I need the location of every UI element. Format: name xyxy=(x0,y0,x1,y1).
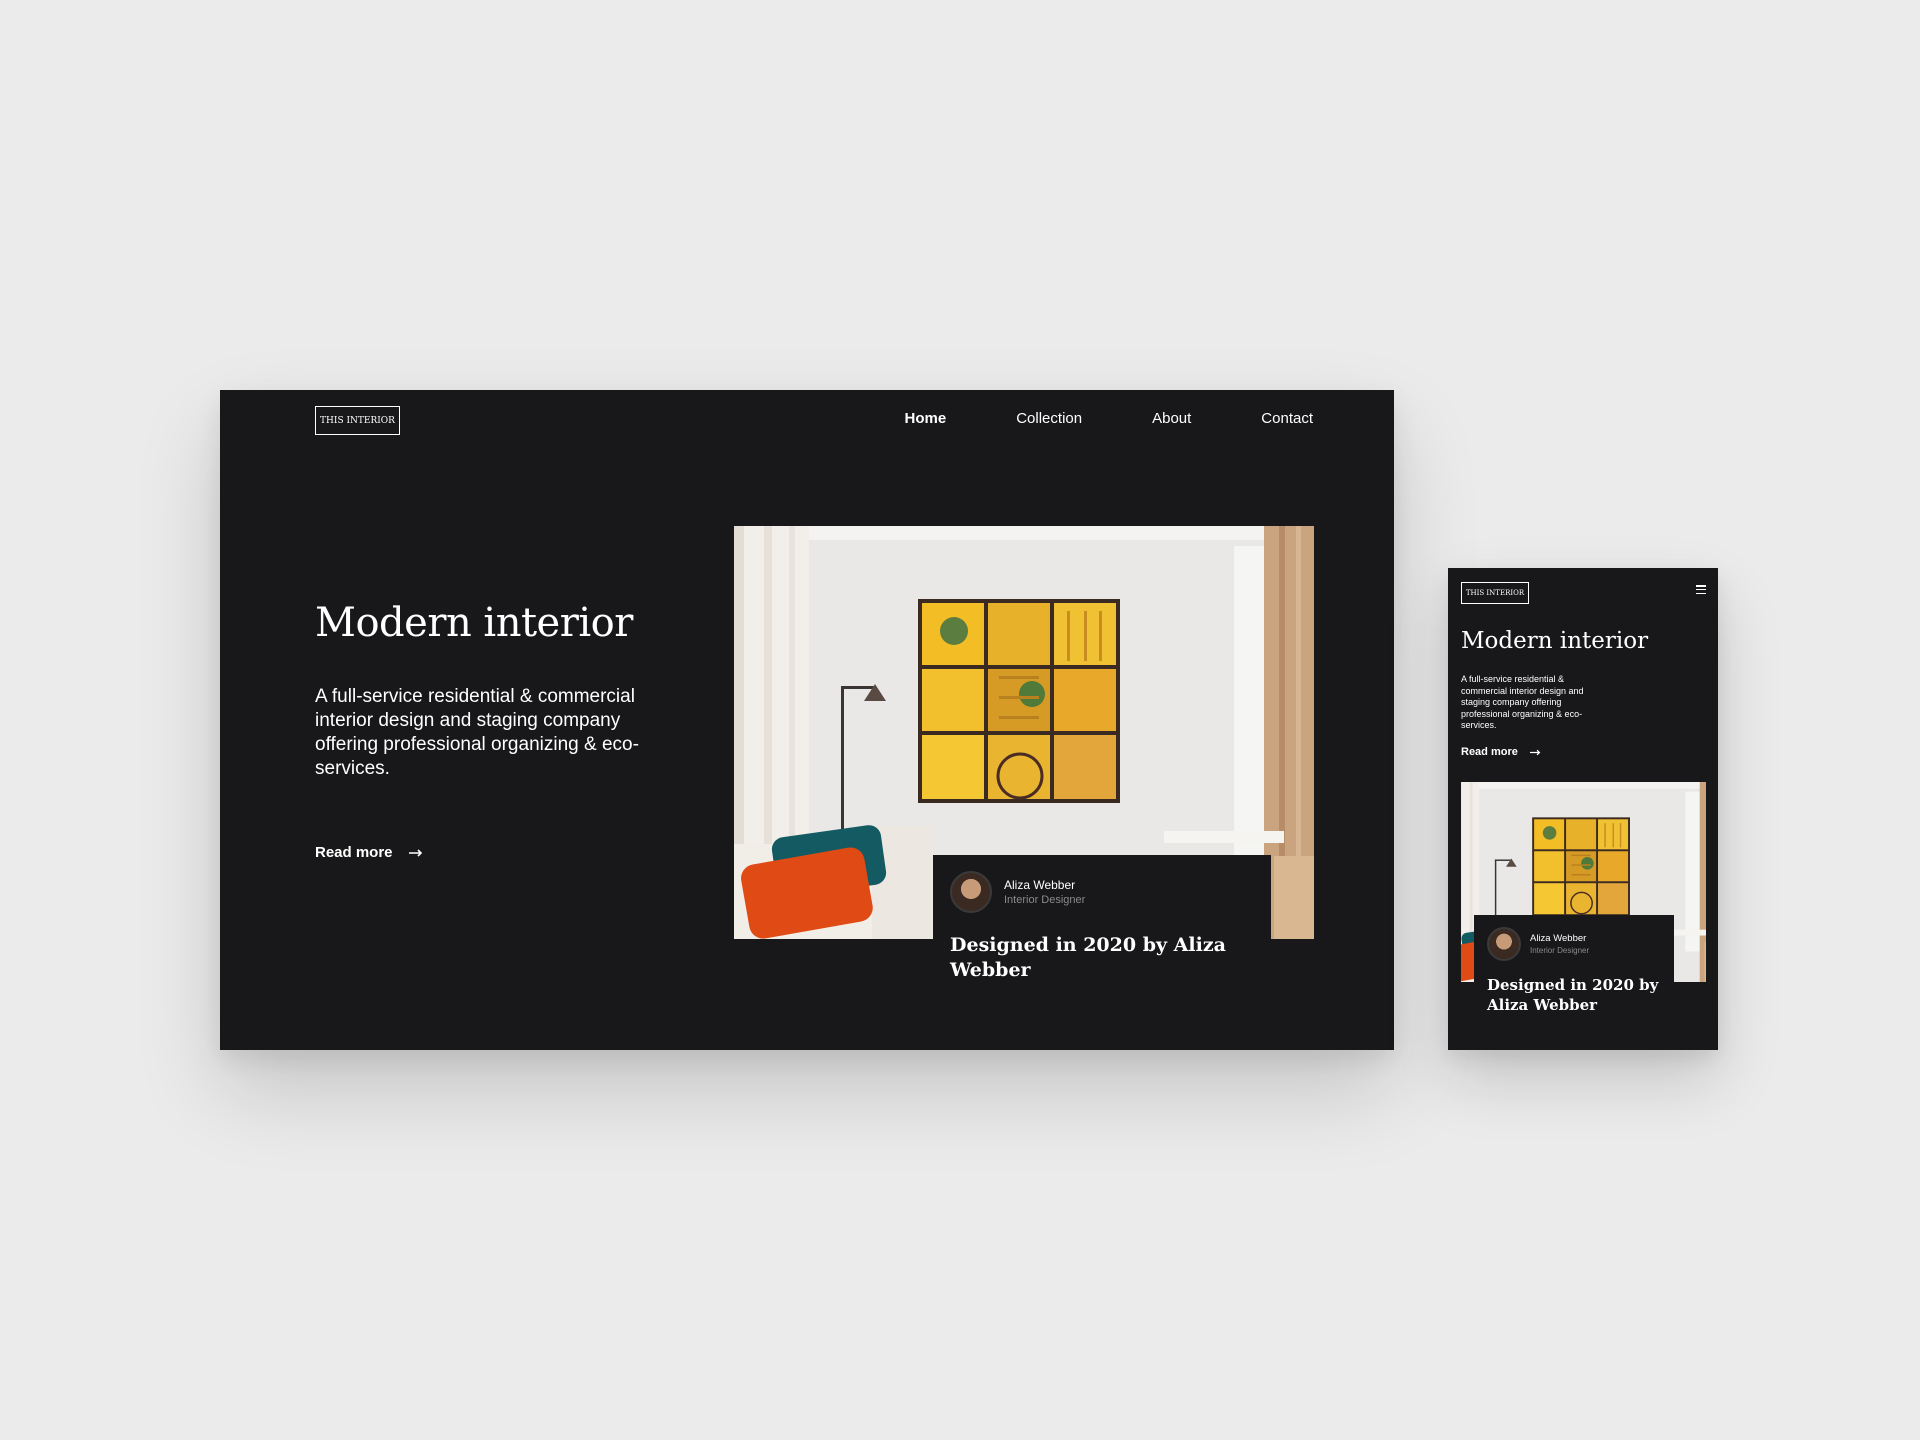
arrow-right-icon xyxy=(1529,749,1541,755)
mobile-read-more-link[interactable]: Read more xyxy=(1461,746,1541,758)
hero-description: A full-service residential & commercial … xyxy=(315,686,639,779)
desktop-mockup: THIS INTERIOR Home Collection About Cont… xyxy=(220,390,1394,1050)
author-name: Aliza Webber xyxy=(1004,878,1076,892)
main-nav: Home Collection About Contact xyxy=(905,410,1313,427)
author-block: Aliza Webber Interior Designer xyxy=(950,871,1254,913)
hamburger-menu-icon[interactable] xyxy=(1696,585,1706,594)
mobile-author-name: Aliza Webber xyxy=(1530,933,1587,944)
logo[interactable]: THIS INTERIOR xyxy=(315,406,400,435)
hero-title: Modern interior xyxy=(315,600,633,646)
mobile-feature-title: Designed in 2020 by Aliza Webber xyxy=(1487,976,1659,1014)
mobile-feature-caption-card: Aliza Webber Interior Designer Designed … xyxy=(1474,915,1674,1050)
feature-caption-card: Aliza Webber Interior Designer Designed … xyxy=(933,855,1271,1050)
read-more-link[interactable]: Read more xyxy=(315,844,423,861)
mobile-logo[interactable]: THIS INTERIOR xyxy=(1461,582,1529,604)
mobile-hero-description: A full-service residential & commercial … xyxy=(1461,674,1584,730)
mobile-hero-title: Modern interior xyxy=(1461,628,1649,654)
author-role: Interior Designer xyxy=(1004,894,1086,906)
mobile-read-more-label: Read more xyxy=(1461,746,1518,758)
nav-item-collection[interactable]: Collection xyxy=(1016,410,1082,427)
nav-item-contact[interactable]: Contact xyxy=(1261,410,1313,427)
mobile-mockup: THIS INTERIOR Modern interior A full-ser… xyxy=(1448,568,1718,1050)
mobile-avatar xyxy=(1487,927,1521,961)
avatar xyxy=(950,871,992,913)
nav-item-home[interactable]: Home xyxy=(905,410,947,427)
feature-title: Designed in 2020 by Aliza Webber xyxy=(950,934,1226,981)
mobile-author-role: Interior Designer xyxy=(1530,946,1590,955)
mobile-author-block: Aliza Webber Interior Designer xyxy=(1487,927,1661,961)
arrow-right-icon xyxy=(408,848,422,857)
nav-item-about[interactable]: About xyxy=(1152,410,1191,427)
read-more-label: Read more xyxy=(315,844,393,861)
